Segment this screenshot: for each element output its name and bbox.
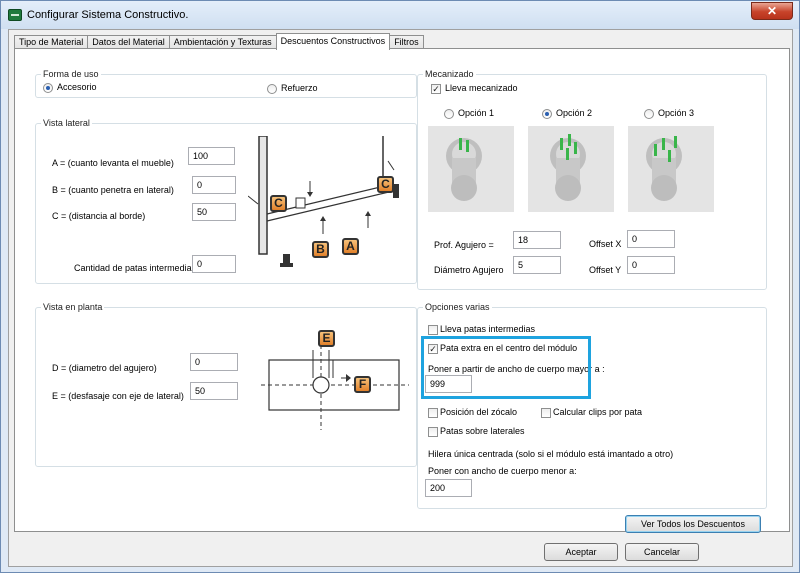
label-offsety: Offset Y (589, 265, 622, 275)
input-c[interactable] (192, 203, 236, 221)
opcion2-image[interactable] (528, 126, 614, 212)
radio-opcion3[interactable] (644, 109, 654, 119)
label-poner-menor: Poner con ancho de cuerpo menor a: (428, 466, 577, 476)
label-diam: Diámetro Agujero (434, 265, 504, 275)
label-opcion2: Opción 2 (556, 108, 593, 118)
tab-tipo-material[interactable]: Tipo de Material (14, 35, 89, 49)
input-a[interactable] (188, 147, 235, 165)
group-vista-lateral: Vista lateral A = (cuanto levanta el mue… (35, 118, 417, 284)
checkbox-patas-laterales[interactable] (428, 427, 438, 437)
label-prof: Prof. Agujero = (434, 240, 494, 250)
label-d: D = (diametro del agujero) (52, 363, 157, 373)
radio-opcion2[interactable] (542, 109, 552, 119)
tab-filtros[interactable]: Filtros (389, 35, 424, 49)
tag-b: B (312, 241, 329, 258)
input-offsety[interactable] (627, 256, 675, 274)
tag-c-left: C (270, 195, 287, 212)
group-mecanizado: Mecanizado ✓ Lleva mecanizado Opción 1 O… (417, 69, 767, 290)
tab-descuentos-constructivos[interactable]: Descuentos Constructivos (275, 33, 391, 50)
group-title: Opciones varias (423, 302, 492, 312)
label-patas: Cantidad de patas intermedias (74, 263, 197, 273)
radio-accesorio[interactable] (43, 83, 53, 93)
highlight-box (421, 336, 591, 399)
input-diam[interactable] (513, 256, 561, 274)
tab-panel: Forma de uso Accesorio Refuerzo Vista la… (14, 48, 790, 533)
group-vista-planta: Vista en planta D = (diametro del agujer… (35, 302, 417, 467)
label-offsetx: Offset X (589, 239, 622, 249)
checkbox-posicion-zocalo[interactable] (428, 408, 438, 418)
input-poner-menor[interactable] (425, 479, 472, 497)
opcion3-image[interactable] (628, 126, 714, 212)
label-patas-intermedias: Lleva patas intermedias (440, 324, 536, 334)
opcion1-image[interactable] (428, 126, 514, 212)
input-prof[interactable] (513, 231, 561, 249)
label-hilera: Hilera única centrada (solo si el módulo… (428, 449, 674, 459)
label-refuerzo: Refuerzo (281, 83, 318, 93)
group-opciones-varias: Opciones varias Lleva patas intermedias … (417, 302, 767, 509)
tag-e: E (318, 330, 335, 347)
group-title: Forma de uso (41, 69, 101, 79)
tab-ambientacion[interactable]: Ambientación y Texturas (168, 35, 277, 49)
group-title: Vista lateral (41, 118, 92, 128)
radio-refuerzo[interactable] (267, 84, 277, 94)
tab-strip: Tipo de Material Datos del Material Ambi… (14, 33, 424, 50)
aceptar-button[interactable]: Aceptar (544, 543, 618, 561)
planta-diagram (261, 338, 409, 430)
title-bar[interactable]: Configurar Sistema Constructivo. ✕ (1, 1, 799, 29)
label-opcion1: Opción 1 (458, 108, 495, 118)
tag-a: A (342, 238, 359, 255)
label-lleva-mecanizado: Lleva mecanizado (445, 83, 518, 93)
window-title: Configurar Sistema Constructivo. (27, 9, 189, 21)
label-opcion3: Opción 3 (658, 108, 695, 118)
cancelar-button[interactable]: Cancelar (625, 543, 699, 561)
ver-todos-button[interactable]: Ver Todos los Descuentos (625, 515, 761, 533)
input-patas[interactable] (192, 255, 236, 273)
checkbox-calcular-clips[interactable] (541, 408, 551, 418)
group-title: Vista en planta (41, 302, 105, 312)
label-posicion-zocalo: Posición del zócalo (440, 407, 518, 417)
label-patas-laterales: Patas sobre laterales (440, 426, 525, 436)
dialog-window: Configurar Sistema Constructivo. ✕ Tipo … (0, 0, 800, 573)
label-calcular-clips: Calcular clips por pata (553, 407, 643, 417)
label-a: A = (cuanto levanta el mueble) (52, 158, 174, 168)
label-b: B = (cuanto penetra en lateral) (52, 185, 174, 195)
group-title: Mecanizado (423, 69, 476, 79)
tab-datos-material[interactable]: Datos del Material (87, 35, 170, 49)
tag-f: F (354, 376, 371, 393)
checkbox-lleva-mecanizado[interactable]: ✓ (431, 84, 441, 94)
label-c: C = (distancia al borde) (52, 211, 146, 221)
checkbox-patas-intermedias[interactable] (428, 325, 438, 335)
input-b[interactable] (192, 176, 236, 194)
app-icon (8, 9, 22, 21)
close-button[interactable]: ✕ (751, 2, 793, 20)
client-area: Tipo de Material Datos del Material Ambi… (8, 29, 793, 567)
radio-opcion1[interactable] (444, 109, 454, 119)
group-forma-uso: Forma de uso Accesorio Refuerzo (35, 69, 417, 98)
label-e: E = (desfasaje con eje de lateral) (52, 391, 184, 401)
tag-c-right: C (377, 176, 394, 193)
input-e[interactable] (190, 382, 238, 400)
input-d[interactable] (190, 353, 238, 371)
input-offsetx[interactable] (627, 230, 675, 248)
label-accesorio: Accesorio (57, 82, 97, 92)
